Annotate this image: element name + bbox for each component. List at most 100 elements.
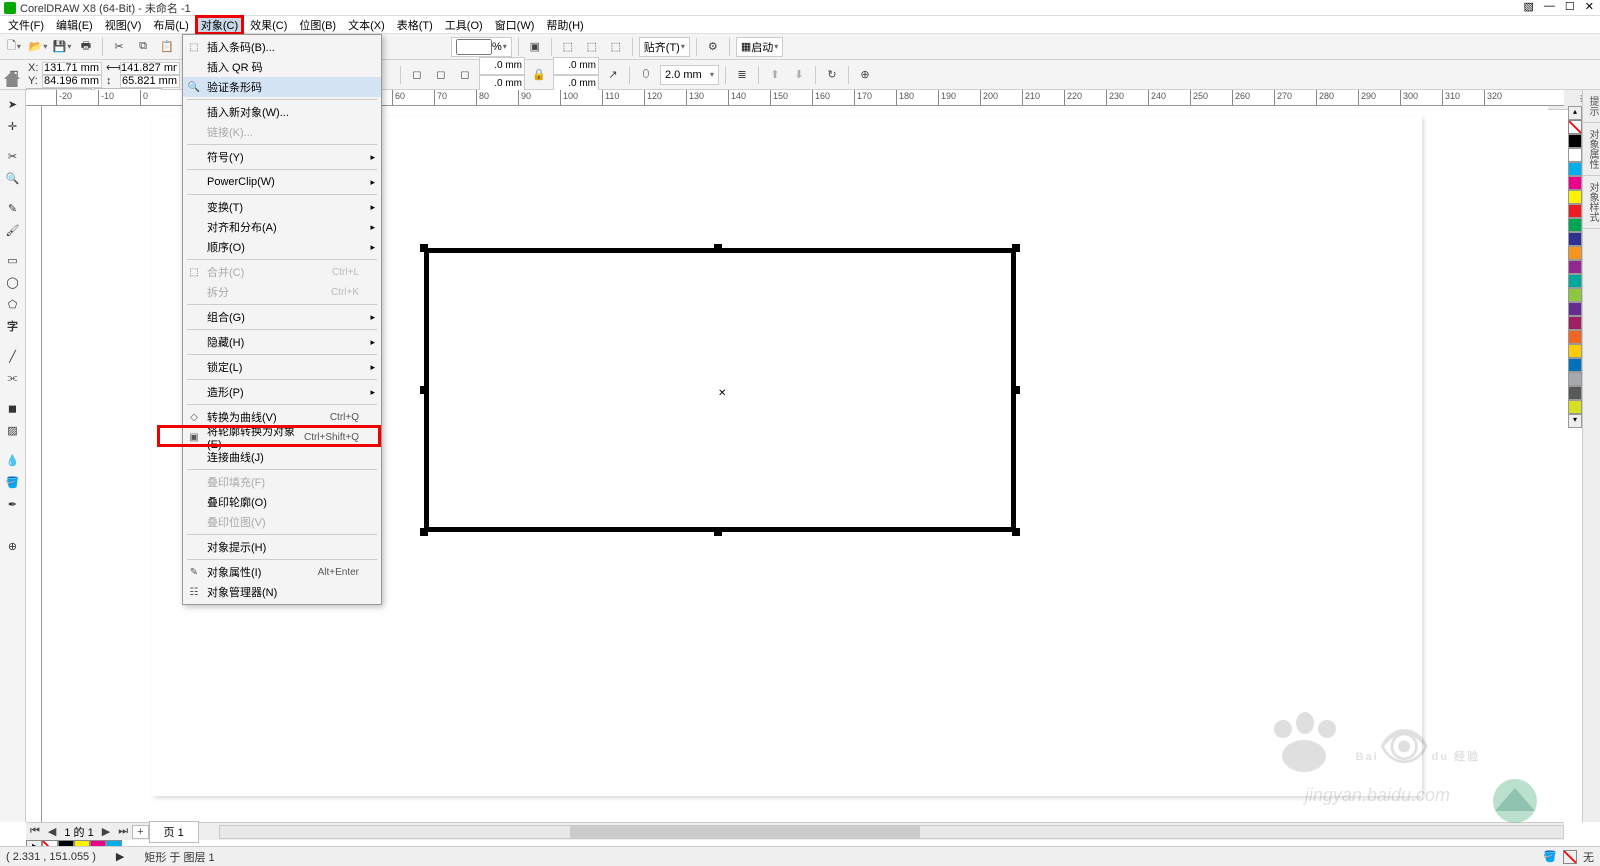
palette-up-icon[interactable]: ▴ (1568, 106, 1582, 120)
selection-handle-bm[interactable] (714, 528, 722, 536)
wrap-text-button[interactable]: ≣ (732, 65, 752, 85)
no-fill-swatch[interactable] (1568, 120, 1582, 134)
artistic-media-tool[interactable]: 🖌 (2, 220, 24, 240)
transparency-tool[interactable]: ▨ (2, 420, 24, 440)
docker-tab[interactable]: 对象属性 (1583, 123, 1600, 176)
zoom-tool[interactable]: 🔍 (2, 168, 24, 188)
color-swatch[interactable] (1568, 400, 1582, 414)
menu-item[interactable]: 隐藏(H) (183, 332, 381, 352)
w-input[interactable] (120, 62, 180, 75)
page-prev-button[interactable]: ◀ (44, 825, 60, 838)
page-first-button[interactable]: ⏮ (26, 825, 44, 838)
options-button[interactable]: ⚙ (703, 37, 723, 57)
corner-shape-1[interactable]: ◻ (407, 65, 427, 85)
layout-button-1[interactable]: ⬚ (558, 37, 578, 57)
front-button[interactable]: ⬆ (765, 65, 785, 85)
secondary-icon[interactable]: ▧ (1522, 0, 1536, 13)
rectangle-tool[interactable]: ▭ (2, 250, 24, 270)
page-next-button[interactable]: ▶ (98, 825, 114, 838)
fill-indicator-icon[interactable]: 🪣 (1543, 850, 1557, 863)
selection-handle-bl[interactable] (420, 528, 428, 536)
page-add-button[interactable]: + (132, 825, 148, 839)
menu-item[interactable]: 顺序(O) (183, 237, 381, 257)
polygon-tool[interactable]: ⬠ (2, 294, 24, 314)
freehand-tool[interactable]: ✎ (2, 198, 24, 218)
close-button[interactable]: ✕ (1583, 0, 1596, 13)
docker-tab[interactable]: 对象样式 (1583, 176, 1600, 229)
menu-item[interactable]: ☷对象管理器(N) (183, 582, 381, 602)
quick-customize-button[interactable]: ⊕ (855, 65, 875, 85)
fullscreen-button[interactable]: ▣ (525, 37, 545, 57)
menu-item[interactable]: 插入新对象(W)... (183, 102, 381, 122)
horizontal-scrollbar[interactable] (219, 825, 1564, 839)
pick-tool[interactable]: ➤ (2, 94, 24, 114)
corner-shape-3[interactable]: ◻ (455, 65, 475, 85)
snap-combo[interactable]: 贴齐(T) ▾ (639, 37, 690, 57)
menu-8[interactable]: 表格(T) (391, 15, 439, 35)
menu-item[interactable]: PowerClip(W) (183, 172, 381, 192)
menu-6[interactable]: 位图(B) (293, 15, 342, 35)
color-swatch[interactable] (1568, 302, 1582, 316)
x-input[interactable] (42, 62, 102, 75)
new-button[interactable]: 🗋▾ (4, 37, 24, 57)
shape-tool[interactable]: ✛ (2, 116, 24, 136)
corner-br[interactable] (554, 78, 598, 89)
selection-handle-br[interactable] (1012, 528, 1020, 536)
menu-item[interactable]: 锁定(L) (183, 357, 381, 377)
color-swatch[interactable] (1568, 274, 1582, 288)
menu-item[interactable]: ▣将轮廓转换为对象(E)Ctrl+Shift+Q (183, 427, 381, 447)
color-swatch[interactable] (1568, 372, 1582, 386)
menu-11[interactable]: 帮助(H) (540, 15, 589, 35)
color-swatch[interactable] (1568, 288, 1582, 302)
menu-item[interactable]: 组合(G) (183, 307, 381, 327)
color-swatch[interactable] (1568, 232, 1582, 246)
menu-item[interactable]: 造形(P) (183, 382, 381, 402)
color-swatch[interactable] (1568, 386, 1582, 400)
menu-item[interactable]: 插入 QR 码 (183, 57, 381, 77)
maximize-button[interactable]: ☐ (1563, 0, 1577, 13)
y-input[interactable] (42, 75, 102, 88)
menu-7[interactable]: 文本(X) (342, 15, 391, 35)
color-swatch[interactable] (1568, 162, 1582, 176)
outline-tool[interactable]: ✒ (2, 494, 24, 514)
fill-none-swatch[interactable] (1563, 850, 1577, 864)
menu-5[interactable]: 效果(C) (244, 15, 293, 35)
color-swatch[interactable] (1568, 246, 1582, 260)
text-tool[interactable]: 字 (2, 316, 24, 336)
selection-handle-tl[interactable] (420, 244, 428, 252)
copy-button[interactable]: ⧉ (133, 37, 153, 57)
minimize-button[interactable]: — (1542, 0, 1557, 13)
launch-combo[interactable]: ▦ 启动 ▾ (736, 37, 783, 57)
selection-handle-tm[interactable] (714, 244, 722, 252)
parallel-dim-tool[interactable]: ╱ (2, 346, 24, 366)
selection-handle-mr[interactable] (1012, 386, 1020, 394)
menu-item[interactable]: 对齐和分布(A) (183, 217, 381, 237)
color-swatch[interactable] (1568, 260, 1582, 274)
open-button[interactable]: 📂▾ (28, 37, 48, 57)
convert-curves-button[interactable]: ↻ (822, 65, 842, 85)
menu-item[interactable]: 对象提示(H) (183, 537, 381, 557)
menu-3[interactable]: 布局(L) (147, 15, 194, 35)
color-swatch[interactable] (1568, 358, 1582, 372)
color-swatch[interactable] (1568, 134, 1582, 148)
paste-button[interactable]: 📋 (157, 37, 177, 57)
color-swatch[interactable] (1568, 204, 1582, 218)
menu-item[interactable]: ✎对象属性(I)Alt+Enter (183, 562, 381, 582)
menu-item[interactable]: 连接曲线(J) (183, 447, 381, 467)
ellipse-tool[interactable]: ◯ (2, 272, 24, 292)
print-button[interactable]: 🖶 (76, 37, 96, 57)
page-tab[interactable]: 页 1 (149, 821, 199, 843)
color-swatch[interactable] (1568, 316, 1582, 330)
menu-10[interactable]: 窗口(W) (489, 15, 541, 35)
palette-down-icon[interactable]: ▾ (1568, 414, 1582, 428)
color-swatch[interactable] (1568, 344, 1582, 358)
menu-item[interactable]: ⬚插入条码(B)... (183, 37, 381, 57)
menu-4[interactable]: 对象(C) (195, 15, 244, 35)
relative-corner-icon[interactable]: ↗ (603, 65, 623, 85)
corner-bl[interactable] (480, 78, 524, 89)
menu-0[interactable]: 文件(F) (2, 15, 50, 35)
corner-shape-2[interactable]: ◻ (431, 65, 451, 85)
back-button[interactable]: ⬇ (789, 65, 809, 85)
color-swatch[interactable] (1568, 190, 1582, 204)
quick-add-tool[interactable]: ⊕ (2, 536, 24, 556)
